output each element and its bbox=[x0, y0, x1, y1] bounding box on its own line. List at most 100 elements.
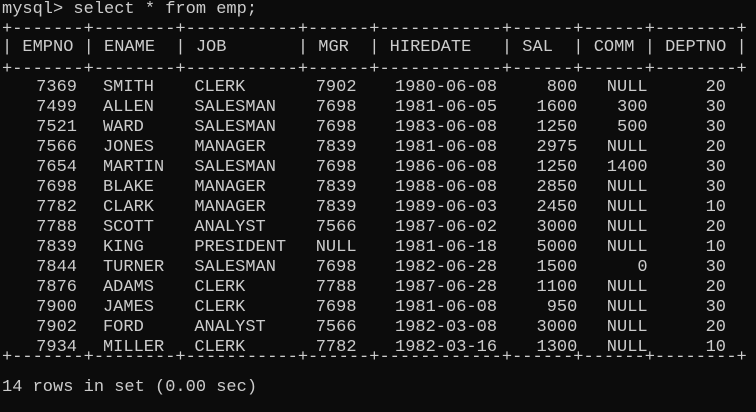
cell-mgr: 7839 bbox=[315, 198, 357, 217]
table-row: 7499 ALLEN SALESMAN 7698 1981-06-05 1600 300 30 bbox=[0, 98, 756, 118]
cell-empno: 7844 bbox=[36, 258, 77, 277]
cell-comm: NULL bbox=[606, 138, 648, 157]
cell-hiredate: 1980-06-08 bbox=[395, 78, 498, 97]
row-border-left bbox=[0, 278, 8, 298]
cell-ename: MARTIN bbox=[102, 158, 165, 177]
cell-comm: NULL bbox=[606, 178, 648, 197]
cell-empno: 7698 bbox=[36, 178, 77, 197]
terminal-window[interactable]: mysql> select * from emp; +-------+-----… bbox=[0, 0, 756, 412]
row-border-left bbox=[0, 258, 8, 278]
cell-comm: NULL bbox=[606, 318, 648, 337]
table-row: 7566 JONES MANAGER 7839 1981-06-08 2975 NULL 20 bbox=[0, 138, 756, 158]
cell-deptno: 10 bbox=[705, 198, 726, 217]
cell-empno: 7369 bbox=[36, 78, 77, 97]
cell-sal: 1600 bbox=[536, 98, 578, 117]
cell-mgr: 7839 bbox=[315, 138, 357, 157]
cell-ename: FORD bbox=[102, 318, 144, 337]
result-summary: 14 rows in set (0.00 sec) bbox=[2, 378, 258, 397]
cell-job: SALESMAN bbox=[194, 158, 276, 177]
cell-mgr: 7902 bbox=[315, 78, 357, 97]
cell-deptno: 30 bbox=[705, 98, 726, 117]
cell-deptno: 30 bbox=[705, 298, 726, 317]
cell-mgr: 7698 bbox=[315, 98, 357, 117]
row-border-left bbox=[0, 118, 8, 138]
cell-mgr: 7698 bbox=[315, 158, 357, 177]
cell-sal: 5000 bbox=[536, 238, 578, 257]
cell-comm: 1400 bbox=[606, 158, 648, 177]
cell-ename: BLAKE bbox=[102, 178, 154, 197]
cell-sal: 2975 bbox=[536, 138, 578, 157]
cell-deptno: 20 bbox=[705, 278, 726, 297]
cell-deptno: 30 bbox=[705, 178, 726, 197]
cell-comm: NULL bbox=[606, 218, 648, 237]
cell-job: CLERK bbox=[194, 278, 246, 297]
cell-empno: 7521 bbox=[36, 118, 77, 137]
cell-mgr: 7788 bbox=[315, 278, 357, 297]
cell-hiredate: 1986-06-08 bbox=[395, 158, 498, 177]
cell-sal: 950 bbox=[546, 298, 578, 317]
cell-hiredate: 1982-06-28 bbox=[395, 258, 498, 277]
cell-sal: 1500 bbox=[536, 258, 578, 277]
cell-comm: NULL bbox=[606, 298, 648, 317]
cell-ename: KING bbox=[102, 238, 144, 257]
cell-mgr: 7698 bbox=[315, 258, 357, 277]
cell-sal: 3000 bbox=[536, 318, 578, 337]
cell-comm: 0 bbox=[637, 258, 648, 277]
row-border-left bbox=[0, 318, 8, 338]
cell-ename: SMITH bbox=[102, 78, 154, 97]
cell-deptno: 20 bbox=[705, 78, 726, 97]
table-border-bottom: +-------+--------+-----------+------+---… bbox=[2, 348, 747, 367]
row-border-left bbox=[0, 178, 8, 198]
cell-hiredate: 1981-06-18 bbox=[395, 238, 498, 257]
row-border-left bbox=[0, 238, 8, 258]
cell-ename: JONES bbox=[102, 138, 154, 157]
table-row: 7839 KING PRESIDENT NULL 1981-06-18 5000 NULL 1… bbox=[0, 238, 756, 258]
cell-ename: ADAMS bbox=[102, 278, 154, 297]
row-border-left bbox=[0, 78, 8, 98]
cell-empno: 7782 bbox=[36, 198, 77, 217]
cell-mgr: 7698 bbox=[315, 118, 357, 137]
cell-sal: 800 bbox=[546, 78, 578, 97]
table-row: 7900 JAMES CLERK 7698 1981-06-08 950 NULL 30 bbox=[0, 298, 756, 318]
cell-mgr: 7566 bbox=[315, 318, 357, 337]
cell-job: ANALYST bbox=[194, 318, 266, 337]
table-row: 7698 BLAKE MANAGER 7839 1988-06-08 2850 NULL 30 bbox=[0, 178, 756, 198]
cell-hiredate: 1981-06-08 bbox=[395, 138, 498, 157]
cell-ename: CLARK bbox=[102, 198, 154, 217]
cell-ename: SCOTT bbox=[102, 218, 154, 237]
table-border-header: +-------+--------+-----------+------+---… bbox=[2, 60, 747, 79]
result-table: 7369 SMITH CLERK 7902 1980-06-08 800 NULL 20 749… bbox=[0, 78, 756, 358]
cell-comm: NULL bbox=[606, 78, 648, 97]
cell-empno: 7788 bbox=[36, 218, 77, 237]
table-row: 7782 CLARK MANAGER 7839 1989-06-03 2450 NULL 10 bbox=[0, 198, 756, 218]
row-border-left bbox=[0, 98, 8, 118]
cell-deptno: 20 bbox=[705, 218, 726, 237]
cell-empno: 7654 bbox=[36, 158, 77, 177]
cell-comm: 500 bbox=[617, 118, 648, 137]
cell-sal: 1250 bbox=[536, 118, 578, 137]
cell-comm: NULL bbox=[606, 278, 648, 297]
row-border-left bbox=[0, 138, 8, 158]
table-row: 7654 MARTIN SALESMAN 7698 1986-06-08 1250 1400… bbox=[0, 158, 756, 178]
cell-comm: 300 bbox=[617, 98, 648, 117]
result-rows: 7369 SMITH CLERK 7902 1980-06-08 800 NULL 20 749… bbox=[0, 78, 756, 358]
cell-job: SALESMAN bbox=[194, 118, 276, 137]
cell-ename: WARD bbox=[102, 118, 144, 137]
cell-job: SALESMAN bbox=[194, 258, 276, 277]
table-border-top: +-------+--------+-----------+------+---… bbox=[2, 20, 747, 39]
cell-job: PRESIDENT bbox=[194, 238, 287, 257]
cell-mgr: 7566 bbox=[315, 218, 357, 237]
cell-hiredate: 1981-06-08 bbox=[395, 298, 498, 317]
cell-job: SALESMAN bbox=[194, 98, 276, 117]
cell-deptno: 30 bbox=[705, 158, 726, 177]
cell-empno: 7876 bbox=[36, 278, 77, 297]
cell-sal: 2450 bbox=[536, 198, 578, 217]
cell-deptno: 20 bbox=[705, 318, 726, 337]
cell-empno: 7839 bbox=[36, 238, 77, 257]
cell-job: CLERK bbox=[194, 78, 246, 97]
cell-hiredate: 1989-06-03 bbox=[395, 198, 498, 217]
cell-sal: 1250 bbox=[536, 158, 578, 177]
cell-sal: 1100 bbox=[536, 278, 578, 297]
cell-sal: 3000 bbox=[536, 218, 578, 237]
cell-ename: TURNER bbox=[102, 258, 165, 277]
